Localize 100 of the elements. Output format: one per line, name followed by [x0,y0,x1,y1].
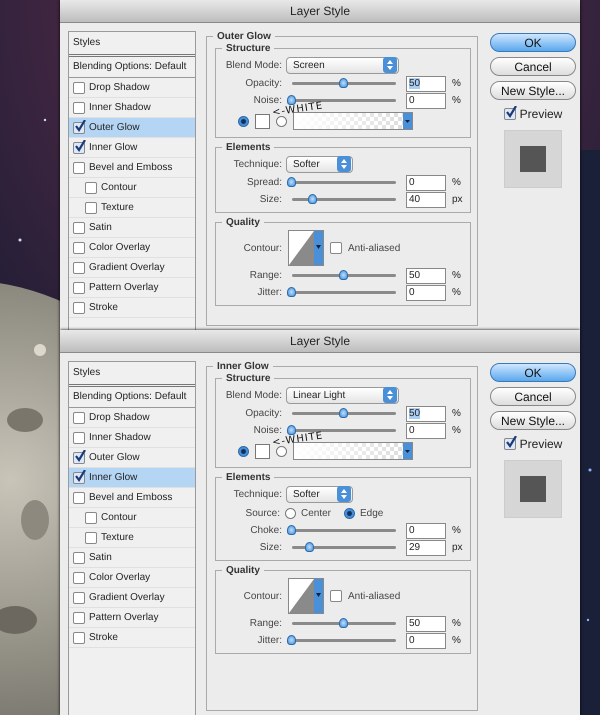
slider-thumb[interactable] [339,618,348,628]
style-list-item[interactable]: Satin [69,548,195,568]
radio-button[interactable] [238,446,249,456]
checkbox[interactable] [85,202,97,214]
slider-thumb[interactable] [339,270,348,280]
slider-thumb[interactable] [287,635,296,645]
style-list-item[interactable]: Inner Glow [69,138,195,158]
slider-thumb[interactable] [304,542,314,552]
checkbox[interactable] [73,162,85,174]
slider-thumb[interactable] [287,287,296,297]
checkbox[interactable] [73,302,85,314]
style-list-item[interactable]: Drop Shadow [69,78,195,98]
style-list-item[interactable]: Gradient Overlay [69,258,195,278]
color-swatch[interactable] [255,114,270,128]
checkbox[interactable] [85,532,97,544]
style-list-item[interactable]: Stroke [69,628,195,648]
blend-mode-dropdown[interactable]: Linear Light [286,386,399,404]
radio-button[interactable] [344,508,356,518]
checkbox[interactable] [504,108,516,120]
number-field[interactable]: 29 [406,540,446,556]
checkbox[interactable] [73,412,85,424]
number-field[interactable]: 0 [406,174,446,190]
dialog-button[interactable]: Cancel [490,57,576,76]
dialog-button[interactable]: New Style... [490,411,576,430]
checkbox[interactable] [330,242,342,254]
checkbox[interactable] [73,632,85,644]
technique-dropdown[interactable]: Softer [286,156,353,172]
number-field[interactable]: 50 [406,268,446,284]
slider-thumb[interactable] [339,408,348,418]
style-list-item[interactable]: Texture [69,198,195,218]
blend-mode-dropdown[interactable]: Screen [286,56,399,74]
gradient-picker[interactable] [293,112,413,130]
checkbox[interactable] [73,612,85,624]
style-list-item[interactable]: Gradient Overlay [69,588,195,608]
contour-picker[interactable] [288,230,324,266]
slider-thumb[interactable] [339,78,348,88]
ok-button[interactable]: OK [490,363,576,382]
styles-header[interactable]: Styles [69,32,195,57]
checkbox[interactable] [85,512,97,524]
checkbox[interactable] [73,432,85,444]
number-field[interactable]: 0 [406,522,446,538]
checkbox[interactable] [73,122,85,134]
blending-options-item[interactable]: Blending Options: Default [69,57,195,78]
number-field[interactable]: 50 [406,616,446,632]
style-list-item[interactable]: Outer Glow [69,118,195,138]
dialog-button[interactable]: New Style... [490,81,576,100]
color-swatch[interactable] [255,444,270,458]
style-list-item[interactable]: Pattern Overlay [69,278,195,298]
style-list-item[interactable]: Stroke [69,298,195,318]
style-list-item[interactable]: Color Overlay [69,568,195,588]
style-label: Color Overlay [89,572,150,583]
style-list-item[interactable]: Drop Shadow [69,408,195,428]
style-list-item[interactable]: Satin [69,218,195,238]
style-list-item[interactable]: Bevel and Emboss [69,158,195,178]
style-list-item[interactable]: Contour [69,508,195,528]
slider-thumb[interactable] [308,194,317,204]
dialog-button[interactable]: Cancel [490,387,576,406]
radio-button[interactable] [276,116,287,126]
checkbox[interactable] [73,472,85,484]
blending-options-item[interactable]: Blending Options: Default [69,387,195,408]
checkbox[interactable] [85,182,97,194]
style-list-item[interactable]: Bevel and Emboss [69,488,195,508]
technique-dropdown[interactable]: Softer [286,486,353,502]
number-field[interactable]: 0 [406,284,446,300]
number-field[interactable]: 0 [406,92,446,108]
number-field[interactable]: 50 [406,76,446,92]
checkbox[interactable] [73,82,85,94]
checkbox[interactable] [73,492,85,504]
number-field[interactable]: 0 [406,632,446,648]
style-list-item[interactable]: Contour [69,178,195,198]
radio-button[interactable] [285,508,296,518]
checkbox[interactable] [73,592,85,604]
style-list-item[interactable]: Inner Shadow [69,428,195,448]
style-list-item[interactable]: Inner Glow [69,468,195,488]
radio-button[interactable] [238,116,249,126]
checkbox[interactable] [73,552,85,564]
contour-picker[interactable] [288,578,324,614]
checkbox[interactable] [73,282,85,294]
number-field[interactable]: 50 [406,406,446,422]
gradient-picker[interactable] [293,442,413,460]
group-title: Quality [225,565,261,576]
checkbox[interactable] [73,102,85,114]
slider-thumb[interactable] [287,177,296,187]
style-list-item[interactable]: Pattern Overlay [69,608,195,628]
slider-thumb[interactable] [287,525,296,535]
checkbox[interactable] [73,262,85,274]
checkbox[interactable] [73,242,85,254]
checkbox[interactable] [330,590,342,602]
style-list-item[interactable]: Texture [69,528,195,548]
checkbox[interactable] [73,142,85,154]
radio-button[interactable] [276,446,287,456]
checkbox[interactable] [73,452,85,464]
number-field[interactable]: 0 [406,422,446,438]
checkbox[interactable] [73,572,85,584]
checkbox[interactable] [73,222,85,234]
checkbox[interactable] [504,438,516,450]
styles-header[interactable]: Styles [69,362,195,387]
ok-button[interactable]: OK [490,33,576,52]
style-list-item[interactable]: Color Overlay [69,238,195,258]
number-field[interactable]: 40 [406,192,446,208]
